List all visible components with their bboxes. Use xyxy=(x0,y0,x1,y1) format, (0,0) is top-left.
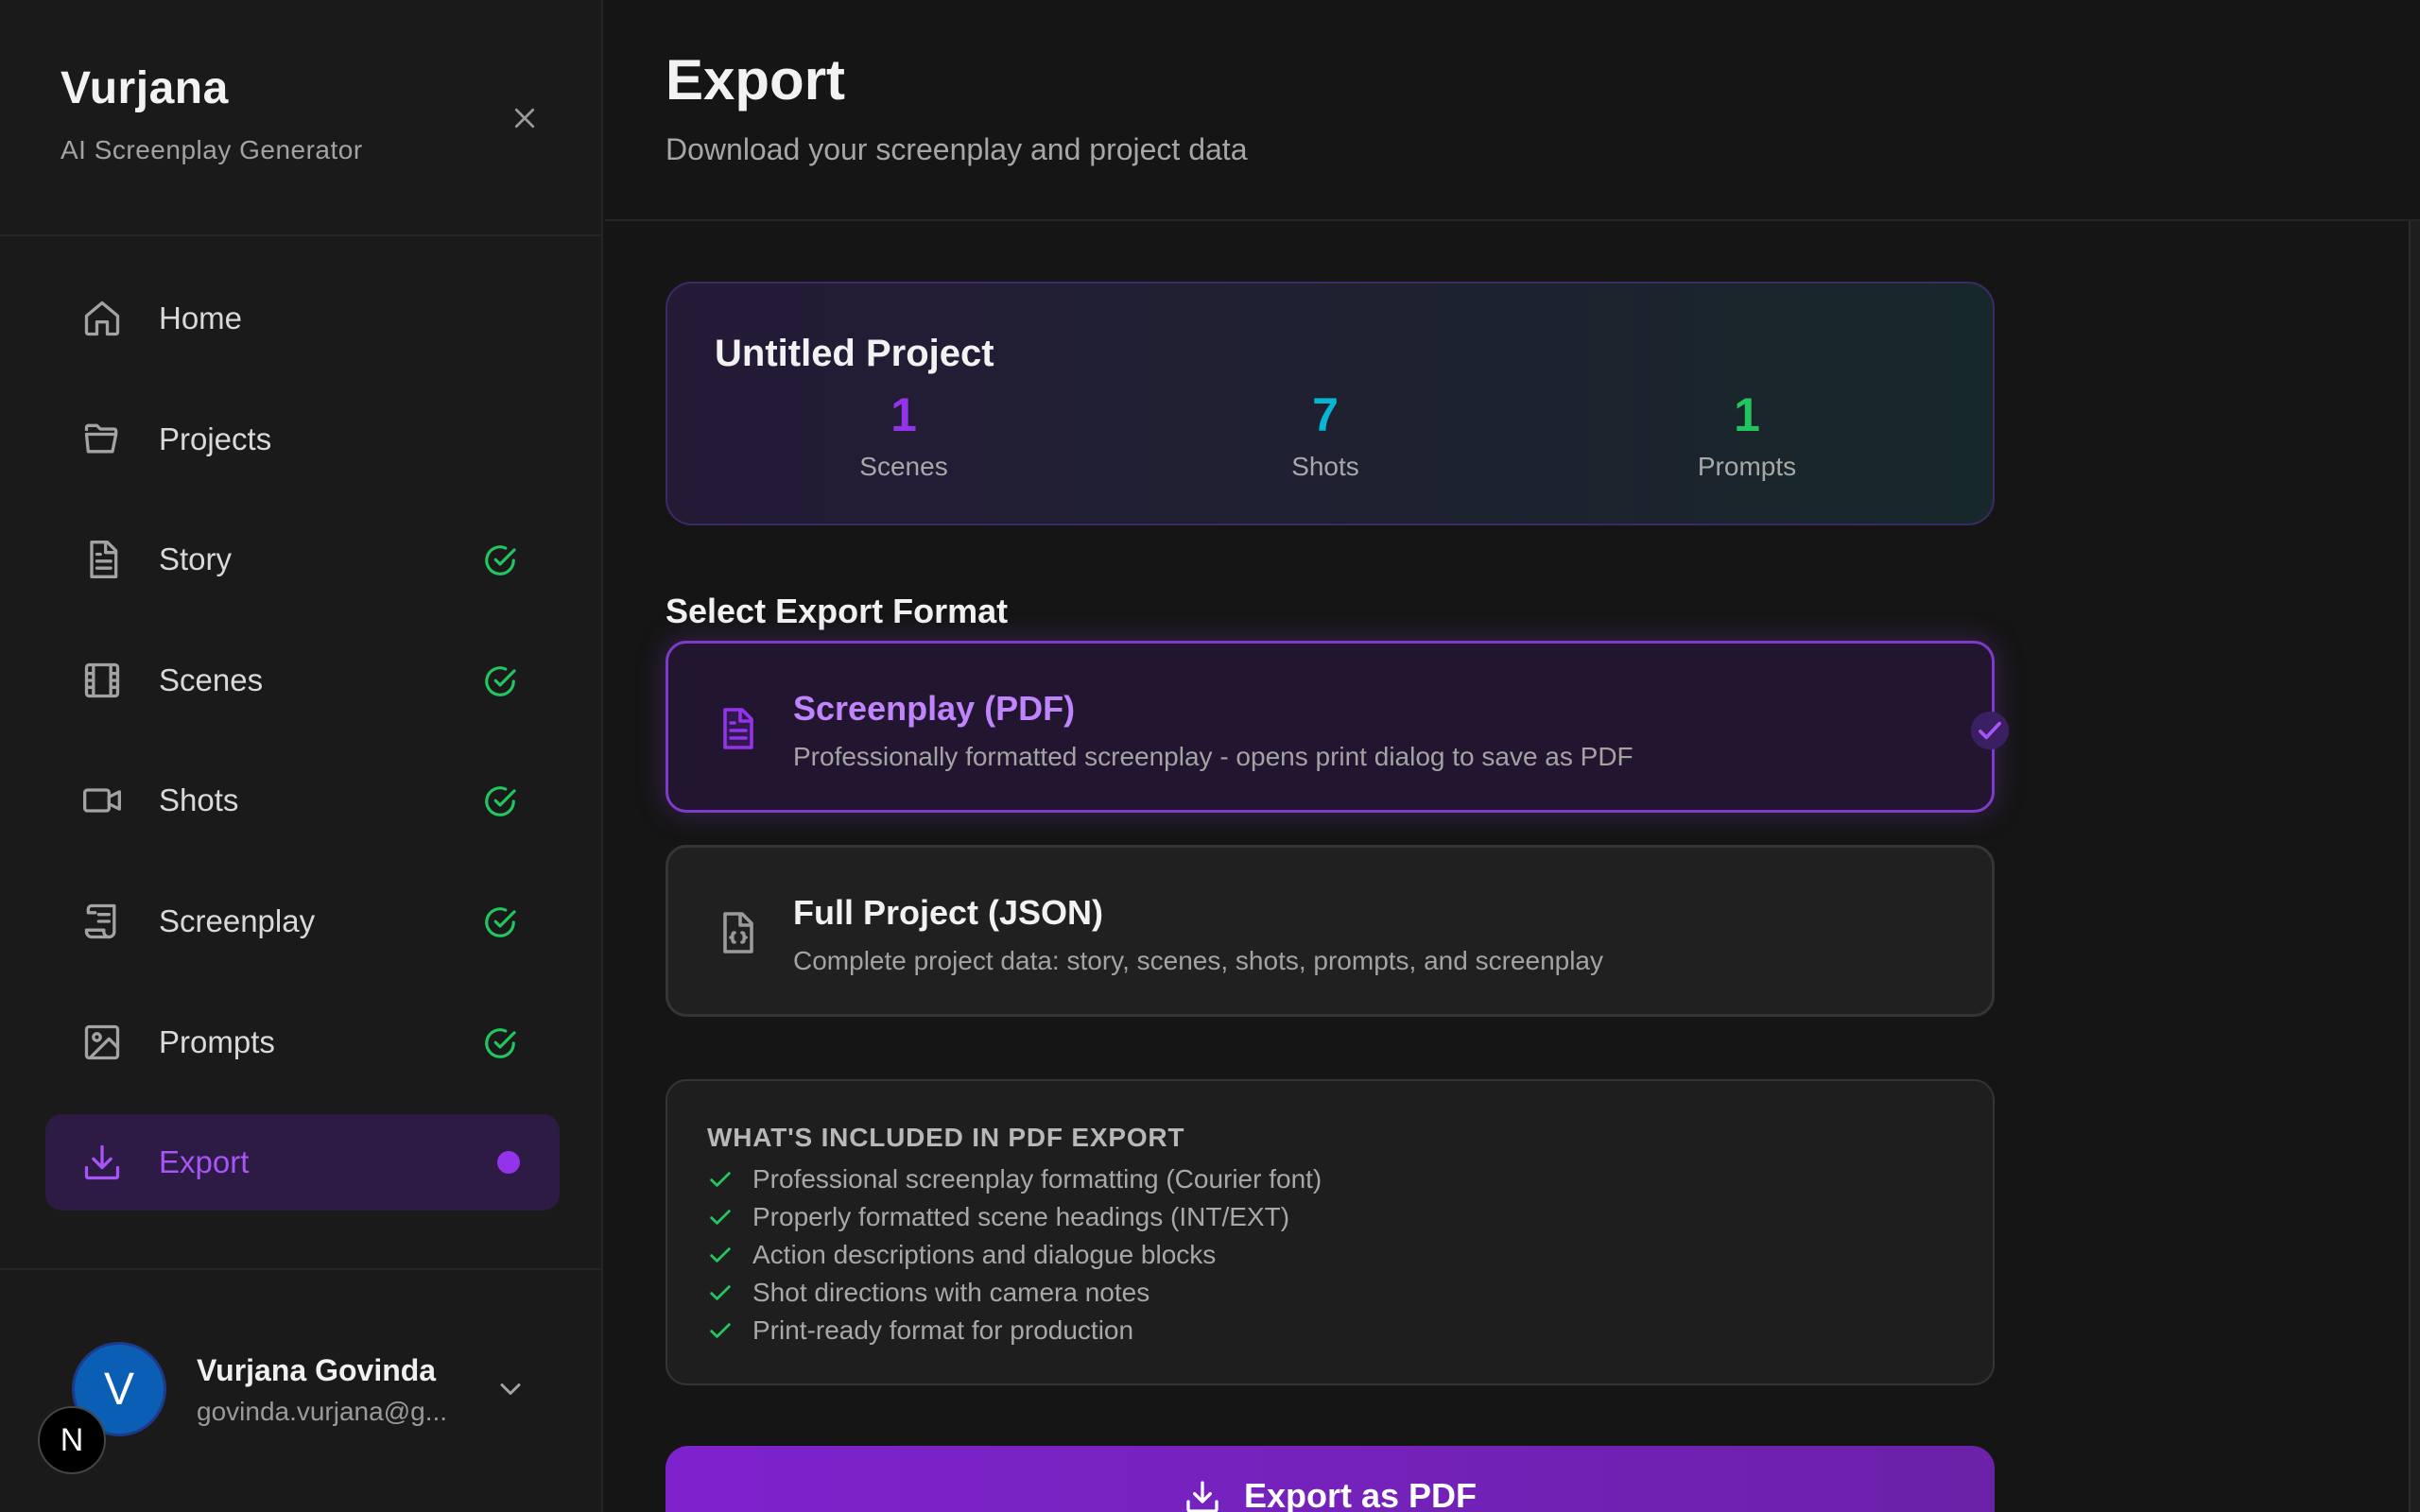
check-icon xyxy=(710,1172,731,1187)
stat-value: 1 xyxy=(1734,388,1760,441)
check-icon xyxy=(710,1210,731,1225)
project-title: Untitled Project xyxy=(715,333,994,374)
scroll-icon xyxy=(84,903,116,939)
check-circle-icon xyxy=(485,545,516,576)
sidebar-item-label: Screenplay xyxy=(159,902,316,938)
sidebar-item-shots[interactable]: Shots xyxy=(45,752,560,849)
brand-title: Vurjana xyxy=(60,63,229,113)
list-item: Professional screenplay formatting (Cour… xyxy=(707,1160,1322,1198)
sidebar-divider xyxy=(0,234,603,236)
check-icon xyxy=(710,1323,731,1338)
user-name: Vurjana Govinda xyxy=(197,1353,437,1387)
sidebar-item-screenplay[interactable]: Screenplay xyxy=(45,873,560,970)
app-root: Vurjana AI Screenplay Generator Home Pro… xyxy=(0,0,2420,1512)
sidebar-item-label: Shots xyxy=(159,782,239,818)
check-icon xyxy=(710,1247,731,1263)
check-circle-icon xyxy=(485,907,516,937)
stat-prompts: 1 Prompts xyxy=(1605,387,1889,482)
sidebar-item-label: Projects xyxy=(159,421,272,456)
list-item-text: Action descriptions and dialogue blocks xyxy=(752,1240,1217,1269)
download-icon xyxy=(1186,1481,1219,1512)
check-icon xyxy=(710,1285,731,1300)
download-icon xyxy=(84,1145,120,1180)
user-email: govinda.vurjana@g... xyxy=(197,1397,448,1426)
stat-label: Scenes xyxy=(859,452,948,481)
sidebar-item-projects[interactable]: Projects xyxy=(45,391,560,488)
stat-scenes: 1 Scenes xyxy=(762,387,1046,482)
list-item-text: Print-ready format for production xyxy=(752,1315,1134,1345)
sidebar-nav: Home Projects Story Scenes Shots Screenp… xyxy=(45,270,560,1235)
stat-shots: 7 Shots xyxy=(1184,387,1467,482)
export-button-label: Export as PDF xyxy=(1243,1476,1478,1512)
sidebar-item-label: Story xyxy=(159,541,233,577)
document-icon xyxy=(90,541,118,579)
sidebar-item-prompts[interactable]: Prompts xyxy=(45,994,560,1091)
pdf-export-info: WHAT'S INCLUDED IN PDF EXPORT Profession… xyxy=(666,1079,1995,1385)
sidebar: Vurjana AI Screenplay Generator Home Pro… xyxy=(0,0,603,1512)
folder-icon xyxy=(84,423,118,454)
sidebar-divider xyxy=(0,1268,603,1270)
page-subtitle: Download your screenplay and project dat… xyxy=(666,132,1248,166)
active-indicator-dot xyxy=(497,1151,520,1175)
stat-value: 7 xyxy=(1312,388,1339,441)
format-description: Complete project data: story, scenes, sh… xyxy=(793,946,1604,975)
page-title: Export xyxy=(666,48,846,112)
code-file-icon xyxy=(723,912,753,954)
section-title: Select Export Format xyxy=(666,592,1009,630)
chevron-down-icon[interactable] xyxy=(493,1372,527,1406)
sidebar-item-home[interactable]: Home xyxy=(45,270,560,367)
close-icon xyxy=(514,108,535,129)
film-icon xyxy=(84,662,120,697)
brand: Vurjana AI Screenplay Generator xyxy=(60,62,363,165)
list-item: Print-ready format for production xyxy=(707,1312,1322,1349)
check-circle-icon xyxy=(485,786,516,817)
format-description: Professionally formatted screenplay - op… xyxy=(793,742,1634,771)
sidebar-item-label: Scenes xyxy=(159,662,264,697)
list-item: Action descriptions and dialogue blocks xyxy=(707,1236,1322,1274)
video-camera-icon xyxy=(83,788,121,814)
home-icon xyxy=(84,301,120,336)
list-item-text: Properly formatted scene headings (INT/E… xyxy=(752,1202,1290,1231)
image-icon xyxy=(84,1024,120,1059)
sidebar-item-label: Home xyxy=(159,301,243,335)
info-heading: WHAT'S INCLUDED IN PDF EXPORT xyxy=(707,1123,1185,1152)
project-summary-card: Untitled Project 1 Scenes 7 Shots 1 Prom… xyxy=(666,282,1995,525)
format-option-pdf[interactable]: Screenplay (PDF) Professionally formatte… xyxy=(666,641,2010,813)
sidebar-item-export[interactable]: Export xyxy=(45,1114,560,1211)
format-title: Screenplay (PDF) xyxy=(793,689,1076,728)
included-features-list: Professional screenplay formatting (Cour… xyxy=(707,1160,1322,1349)
stat-label: Prompts xyxy=(1697,452,1797,481)
brand-subtitle: AI Screenplay Generator xyxy=(60,135,363,164)
sidebar-item-scenes[interactable]: Scenes xyxy=(45,632,560,729)
scrollbar[interactable] xyxy=(2409,221,2420,1512)
stat-value: 1 xyxy=(890,388,917,441)
sidebar-item-story[interactable]: Story xyxy=(45,511,560,608)
export-pdf-button[interactable]: Export as PDF xyxy=(666,1446,1995,1512)
page-header: Export Download your screenplay and proj… xyxy=(605,0,2420,221)
list-item: Properly formatted scene headings (INT/E… xyxy=(707,1198,1322,1236)
check-circle-icon xyxy=(1970,711,2010,750)
format-option-json[interactable]: Full Project (JSON) Complete project dat… xyxy=(666,845,1995,1017)
format-title: Full Project (JSON) xyxy=(793,893,1104,932)
list-item: Shot directions with camera notes xyxy=(707,1274,1322,1312)
dev-tools-badge[interactable]: N xyxy=(38,1406,106,1474)
check-circle-icon xyxy=(485,665,516,696)
user-menu[interactable]: V Vurjana Govinda govinda.vurjana@g... xyxy=(72,1342,563,1436)
list-item-text: Professional screenplay formatting (Cour… xyxy=(752,1164,1322,1194)
main-content: Export Download your screenplay and proj… xyxy=(605,0,2420,1512)
close-sidebar-button[interactable] xyxy=(501,94,548,142)
sidebar-item-label: Export xyxy=(159,1144,250,1180)
sidebar-item-label: Prompts xyxy=(159,1023,275,1059)
document-icon xyxy=(723,708,753,749)
stat-label: Shots xyxy=(1291,452,1359,481)
check-circle-icon xyxy=(485,1027,516,1058)
list-item-text: Shot directions with camera notes xyxy=(752,1278,1150,1307)
